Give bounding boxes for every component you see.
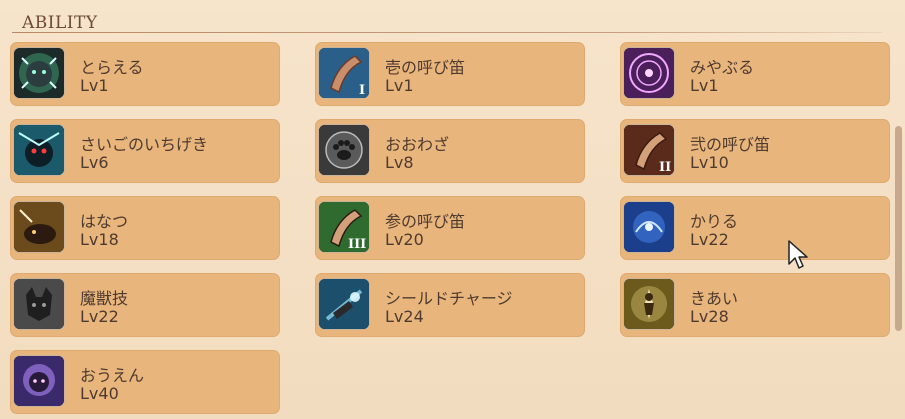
ability-name: 参の呼び笛 [385,212,466,231]
magic-circle-icon [624,48,674,98]
section-title: ABILITY [22,13,98,33]
ability-name: かりる [690,212,739,231]
ability-card-paw[interactable]: おおわざ Lv8 [315,119,585,183]
ability-level: Lv1 [385,76,414,95]
ability-level: Lv40 [80,384,119,403]
beast-mask-icon [14,279,64,329]
final-strike-icon [14,125,64,175]
ability-card-borrow[interactable]: かりる Lv22 [620,196,890,260]
ability-level: Lv1 [690,76,719,95]
horn-1-icon: I [319,48,369,98]
focus-icon [624,279,674,329]
svg-text:I: I [359,83,365,98]
ability-name: おうえん [80,366,145,385]
mouse-cursor-icon [788,240,808,270]
scrollbar-thumb[interactable] [895,126,902,331]
ability-level: Lv20 [385,230,424,249]
ability-level: Lv8 [385,153,414,172]
ability-card-horn-1[interactable]: I 壱の呼び笛 Lv1 [315,42,585,106]
section-divider [12,32,882,33]
horn-2-icon: II [624,125,674,175]
ability-card-horn-3[interactable]: III 参の呼び笛 Lv20 [315,196,585,260]
ability-card-beast-mask[interactable]: 魔獣技 Lv22 [10,273,280,337]
borrow-icon [624,202,674,252]
ability-level: Lv22 [690,230,729,249]
ability-level: Lv22 [80,307,119,326]
ability-name: みやぶる [690,58,755,77]
cheer-icon [14,356,64,406]
ability-name: 弐の呼び笛 [690,135,771,154]
ability-name: はなつ [80,212,129,231]
ability-card-capture[interactable]: とらえる Lv1 [10,42,280,106]
ability-card-focus[interactable]: きあい Lv28 [620,273,890,337]
ability-name: シールドチャージ [385,289,513,308]
ability-level: Lv28 [690,307,729,326]
ability-name: おおわざ [385,135,450,154]
ability-name: とらえる [80,58,144,77]
ability-card-magic-circle[interactable]: みやぶる Lv1 [620,42,890,106]
ability-name: 壱の呼び笛 [385,58,466,77]
ability-level: Lv24 [385,307,424,326]
release-icon [14,202,64,252]
ability-level: Lv6 [80,153,109,172]
ability-card-cheer[interactable]: おうえん Lv40 [10,350,280,414]
ability-card-shield-charge[interactable]: シールドチャージ Lv24 [315,273,585,337]
ability-name: きあい [690,289,739,308]
paw-icon [319,125,369,175]
ability-name: さいごのいちげき [80,135,209,154]
ability-card-horn-2[interactable]: II 弐の呼び笛 Lv10 [620,119,890,183]
horn-3-icon: III [319,202,369,252]
svg-text:II: II [659,160,671,175]
ability-card-release[interactable]: はなつ Lv18 [10,196,280,260]
ability-card-final-strike[interactable]: さいごのいちげき Lv6 [10,119,280,183]
shield-charge-icon [319,279,369,329]
ability-level: Lv10 [690,153,729,172]
capture-icon [14,48,64,98]
ability-panel: ABILITY とらえる Lv1 I 壱の呼び笛 Lv1 みやぶる Lv1 さい… [0,0,905,419]
ability-level: Lv1 [80,76,109,95]
ability-level: Lv18 [80,230,119,249]
ability-name: 魔獣技 [80,289,129,308]
svg-text:III: III [348,237,366,252]
